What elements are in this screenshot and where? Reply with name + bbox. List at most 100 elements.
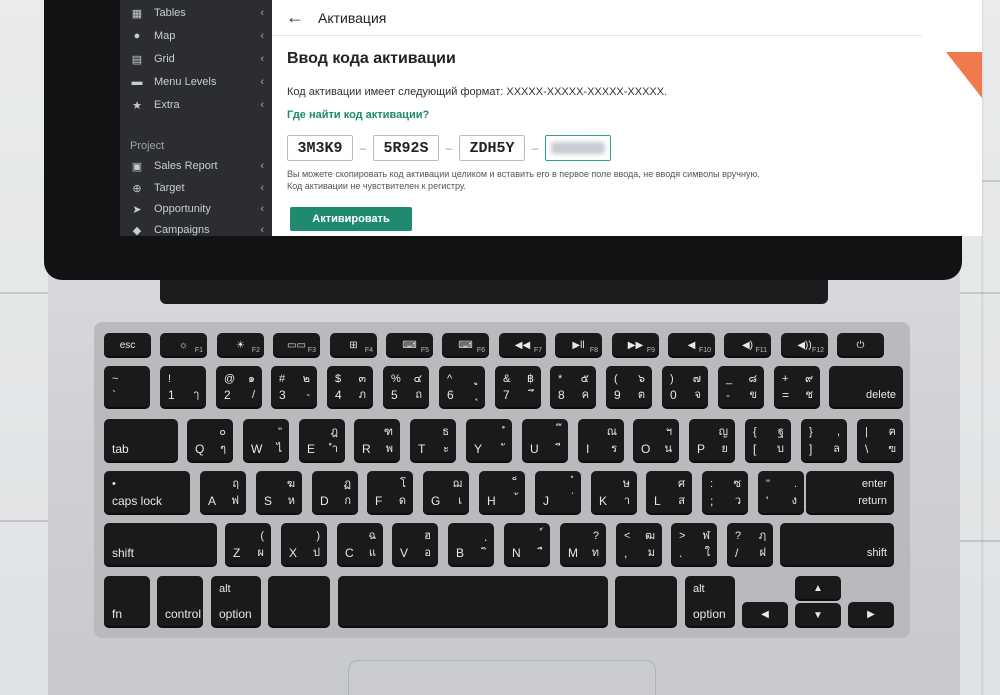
activate-button[interactable]: Активировать [290, 207, 412, 231]
fn-key-f3[interactable]: ▭▭ F3 [273, 333, 320, 358]
key-4[interactable]: $4 ๓ภ [327, 366, 373, 409]
left-shift-key[interactable]: shift [104, 523, 217, 567]
key-h[interactable]: H็้ [479, 471, 525, 515]
tab-key[interactable]: tab [104, 419, 178, 463]
key-8[interactable]: * 8 ๕ค [550, 366, 596, 409]
key-9[interactable]: (9 ๖ต [606, 366, 652, 409]
arrow-left-key[interactable]: ◀ [742, 602, 788, 628]
key-'[interactable]: " '. ง [758, 471, 804, 515]
space-bar[interactable] [338, 576, 608, 628]
key-1[interactable]: ! 1 ๅ [160, 366, 206, 409]
key-b[interactable]: Bฺิ [448, 523, 494, 567]
right-shift-key[interactable]: shift [780, 523, 894, 567]
arrow-up-key[interactable]: ▲ [795, 576, 841, 601]
key-\[interactable]: | \ ฅฃ [857, 419, 903, 463]
arrow-down-key[interactable]: ▼ [795, 603, 841, 628]
fn-key-f11[interactable]: ◀) F11 [724, 333, 771, 358]
code-field-4[interactable] [545, 135, 611, 161]
left-option-key[interactable]: alt option [211, 576, 261, 628]
key-u[interactable]: U๊ี [522, 419, 568, 463]
code-field-1[interactable]: 3M3K9 [287, 135, 353, 161]
sidebar-item-sales-report[interactable]: ▣ Sales Report ‹ [120, 156, 272, 176]
table-icon: ▦ [131, 7, 143, 20]
fn-key-power[interactable]: ⏻ [837, 333, 884, 358]
code-field-3[interactable]: ZDH5Y [459, 135, 525, 161]
key-t[interactable]: T ธะ [410, 419, 456, 463]
fn-key-f12[interactable]: ◀)) F12 [781, 333, 828, 358]
key-p[interactable]: Pญย [689, 419, 735, 463]
key-3[interactable]: #3 ๒ - [271, 366, 317, 409]
key-e[interactable]: E ฎำ [299, 419, 345, 463]
fn-key-f4[interactable]: ⊞ F4 [330, 333, 377, 358]
key-y[interactable]: Yํั [466, 419, 512, 463]
key-v[interactable]: V ฮอ [392, 523, 438, 567]
fn-key-f6[interactable]: ⌨ F6 [442, 333, 489, 358]
key-2[interactable]: @2 ๑ / [216, 366, 262, 409]
key-q[interactable]: Q ๐ๆ [187, 419, 233, 463]
key-d[interactable]: D ฏก [312, 471, 358, 515]
key-`[interactable]: ~ ` [104, 366, 150, 409]
fn-key[interactable]: fn [104, 576, 150, 628]
key-f[interactable]: F โด [367, 471, 413, 515]
key-m[interactable]: M? ท [560, 523, 606, 567]
fn-key-f2[interactable]: ☀ F2 [217, 333, 264, 358]
key-legend: caps lock [112, 494, 163, 508]
sidebar-item-map[interactable]: ● Map ‹ [120, 26, 272, 46]
key-k[interactable]: K ษา [591, 471, 637, 515]
return-key[interactable]: enter return [806, 471, 894, 515]
fn-key-f9[interactable]: ▶▶ F9 [612, 333, 659, 358]
key-/[interactable]: ? / ฦฝ [727, 523, 773, 567]
key-legend: . [679, 546, 683, 560]
key-legend: tab [112, 442, 129, 456]
find-code-link[interactable]: Где найти код активации? [287, 109, 917, 121]
sidebar-item-grid[interactable]: ▤ Grid ‹ [120, 49, 272, 69]
key-,[interactable]: <, ฒม [616, 523, 662, 567]
key-o[interactable]: O ฯน [633, 419, 679, 463]
sidebar-item-extra[interactable]: ★ Extra ‹ [120, 95, 272, 115]
key-;[interactable]: :; ซว [702, 471, 748, 515]
key-][interactable]: }], ล [801, 419, 847, 463]
caps-lock-key[interactable]: caps lock • [104, 471, 190, 515]
key-6[interactable]: ^6ูุ [439, 366, 485, 409]
key-l[interactable]: L ศส [646, 471, 692, 515]
sidebar-item-menu-levels[interactable]: ▬ Menu Levels ‹ [120, 72, 272, 92]
key-0[interactable]: ) 0 ๗จ [662, 366, 708, 409]
back-arrow-icon[interactable]: ← [286, 7, 304, 28]
key-5[interactable]: % 5 ๔ถ [383, 366, 429, 409]
sidebar-item-target[interactable]: ⊕ Target ‹ [120, 178, 272, 198]
control-key[interactable]: control [157, 576, 203, 628]
key-x[interactable]: X) ป [281, 523, 327, 567]
arrow-right-key[interactable]: ▶ [848, 602, 894, 628]
sidebar-item-tables[interactable]: ▦ Tables ‹ [120, 3, 272, 23]
key-[[interactable]: {[ฐบ [745, 419, 791, 463]
key-=[interactable]: + = ๙ช [774, 366, 820, 409]
fn-key-esc[interactable]: esc [104, 333, 151, 358]
key-i[interactable]: I ณร [578, 419, 624, 463]
fn-key-f5[interactable]: ⌨ F5 [386, 333, 433, 358]
key-7[interactable]: &7฿ึ [495, 366, 541, 409]
key-s[interactable]: S ฆห [256, 471, 302, 515]
key-g[interactable]: Gฌเ [423, 471, 469, 515]
fn-key-f7[interactable]: ◀◀ F7 [499, 333, 546, 358]
code-field-2[interactable]: 5R92S [373, 135, 439, 161]
sidebar-item-campaigns[interactable]: ◆ Campaigns ‹ [120, 220, 272, 236]
left-command-key[interactable] [268, 576, 330, 628]
key-a[interactable]: A ฤฟ [200, 471, 246, 515]
key--[interactable]: _ - ๘ข [718, 366, 764, 409]
delete-key[interactable]: delete [829, 366, 903, 409]
key-legend: ; [710, 494, 714, 508]
right-option-key[interactable]: alt option [685, 576, 735, 628]
key-c[interactable]: C ฉแ [337, 523, 383, 567]
key-j[interactable]: J๋่ [535, 471, 581, 515]
key-w[interactable]: W " ไ [243, 419, 289, 463]
key-n[interactable]: N์ื [504, 523, 550, 567]
trackpad[interactable] [348, 660, 656, 695]
key-.[interactable]: >. ฬใ [671, 523, 717, 567]
right-command-key[interactable] [615, 576, 677, 628]
sidebar-item-opportunity[interactable]: ➤ Opportunity ‹ [120, 199, 272, 219]
fn-key-f1[interactable]: ☼ F1 [160, 333, 207, 358]
key-z[interactable]: Z (ผ [225, 523, 271, 567]
fn-key-f10[interactable]: ◀ F10 [668, 333, 715, 358]
key-r[interactable]: Rฑพ [354, 419, 400, 463]
fn-key-f8[interactable]: ▶ll F8 [555, 333, 602, 358]
